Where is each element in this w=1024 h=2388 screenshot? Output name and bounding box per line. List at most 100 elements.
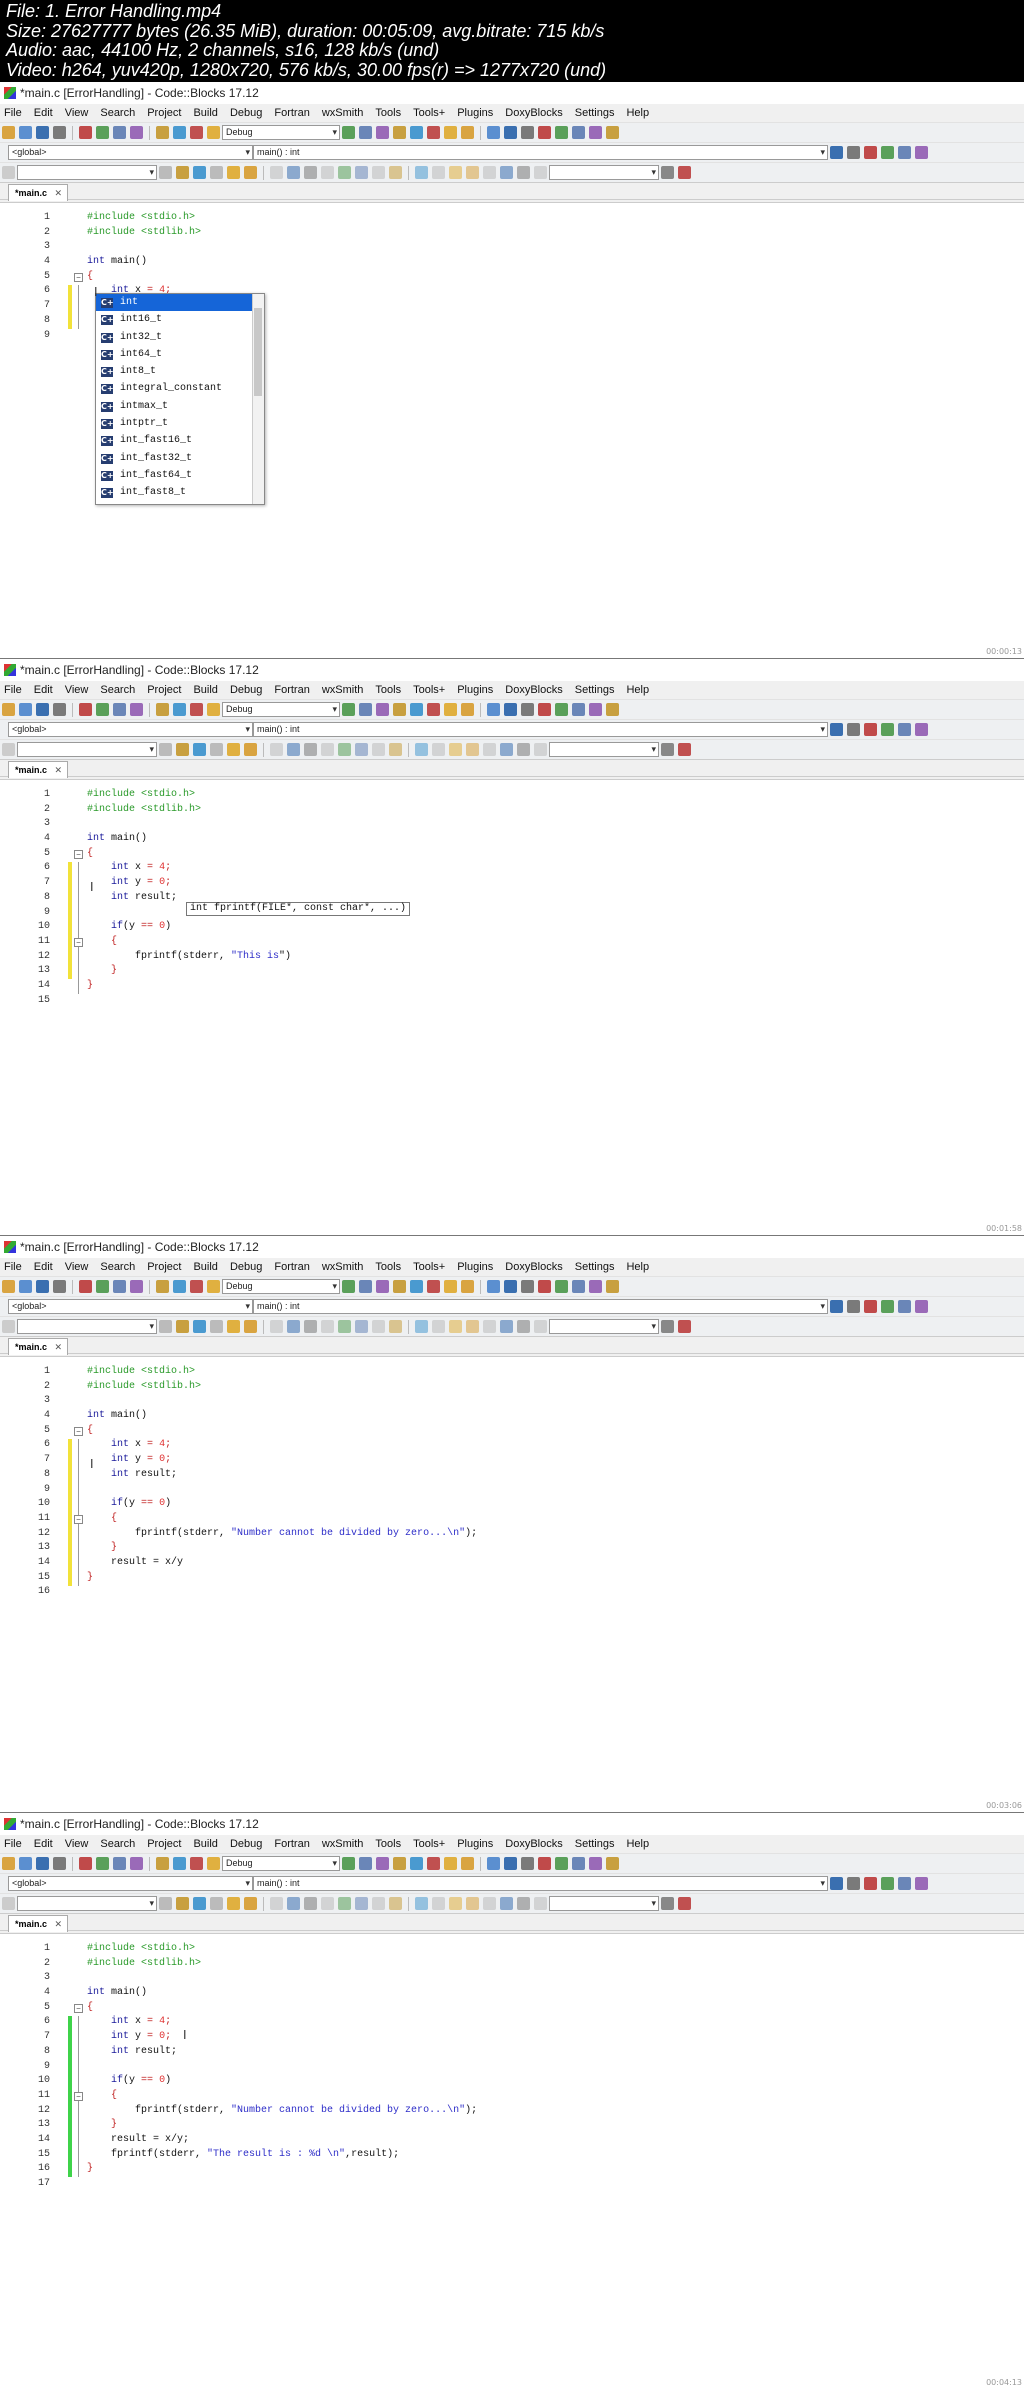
- toolbar-button-icon[interactable]: [359, 1857, 372, 1870]
- toolbar-button-icon[interactable]: [466, 1320, 479, 1333]
- menu-settings[interactable]: Settings: [575, 1261, 615, 1273]
- menu-debug[interactable]: Debug: [230, 684, 262, 696]
- toolbar-button-icon[interactable]: [355, 743, 368, 756]
- toolbar-button-icon[interactable]: [210, 1320, 223, 1333]
- menu-project[interactable]: Project: [147, 1261, 181, 1273]
- menu-file[interactable]: File: [4, 684, 22, 696]
- toolbar-button-icon[interactable]: [176, 1897, 189, 1910]
- menu-file[interactable]: File: [4, 1838, 22, 1850]
- menu-fortran[interactable]: Fortran: [274, 1838, 309, 1850]
- toolbar-button-icon[interactable]: [244, 1320, 257, 1333]
- menu-help[interactable]: Help: [626, 684, 649, 696]
- toolbar-button-icon[interactable]: [207, 126, 220, 139]
- toolbar-button-icon[interactable]: [96, 703, 109, 716]
- toolbar-button-icon[interactable]: [555, 1857, 568, 1870]
- toolbar-button-icon[interactable]: [321, 1320, 334, 1333]
- menu-settings[interactable]: Settings: [575, 1838, 615, 1850]
- tab-main-c[interactable]: *main.c ✕: [8, 1915, 69, 1932]
- toolbar-button-icon[interactable]: [415, 166, 428, 179]
- autocomplete-item[interactable]: C+ intmax_t: [96, 398, 264, 415]
- toolbar-button-icon[interactable]: [376, 1857, 389, 1870]
- toolbar-button-icon[interactable]: [130, 126, 143, 139]
- toolbar-button-icon[interactable]: [376, 1280, 389, 1293]
- scope-select[interactable]: <global>: [8, 1876, 253, 1891]
- scope-select[interactable]: <global>: [8, 722, 253, 737]
- toolbar-button-icon[interactable]: [504, 1280, 517, 1293]
- toolbar-button-icon[interactable]: [393, 1280, 406, 1293]
- close-icon[interactable]: ✕: [54, 762, 62, 778]
- toolbar-button-icon[interactable]: [538, 1857, 551, 1870]
- toolbar-button-icon[interactable]: [210, 743, 223, 756]
- toolbar-button-icon[interactable]: [500, 166, 513, 179]
- menu-tools[interactable]: Tools: [375, 107, 401, 119]
- menu-edit[interactable]: Edit: [34, 107, 53, 119]
- toolbar-button-icon[interactable]: [898, 1300, 911, 1313]
- toolbar-button-icon[interactable]: [19, 703, 32, 716]
- toolbar-button-icon[interactable]: [881, 146, 894, 159]
- menu-search[interactable]: Search: [100, 1261, 135, 1273]
- toolbar-button-icon[interactable]: [466, 1897, 479, 1910]
- toolbar-button-icon[interactable]: [2, 703, 15, 716]
- menu-tools[interactable]: Tools: [375, 1838, 401, 1850]
- toolbar-button-icon[interactable]: [487, 703, 500, 716]
- toolbar-button-icon[interactable]: [270, 1897, 283, 1910]
- symbol-select[interactable]: main() : int: [253, 1876, 828, 1891]
- autocomplete-scrollbar[interactable]: [252, 294, 264, 504]
- toolbar-button-icon[interactable]: [244, 743, 257, 756]
- toolbar-button-icon[interactable]: [830, 1300, 843, 1313]
- toolbar-button-icon[interactable]: [415, 1897, 428, 1910]
- toolbar-button-icon[interactable]: [156, 126, 169, 139]
- toolbar-button-icon[interactable]: [589, 1280, 602, 1293]
- toolbar-button-icon[interactable]: [210, 1897, 223, 1910]
- toolbar-button-icon[interactable]: [156, 1857, 169, 1870]
- toolbar-button-icon[interactable]: [2, 1320, 15, 1333]
- toolbar-button-icon[interactable]: [432, 1897, 445, 1910]
- toolbar-button-icon[interactable]: [79, 1280, 92, 1293]
- toolbar-button-icon[interactable]: [487, 1857, 500, 1870]
- symbol-select[interactable]: main() : int: [253, 145, 828, 160]
- toolbar-button-icon[interactable]: [159, 743, 172, 756]
- toolbar-button-icon[interactable]: [190, 126, 203, 139]
- toolbar-button-icon[interactable]: [36, 126, 49, 139]
- toolbar-button-icon[interactable]: [113, 703, 126, 716]
- toolbar-button-icon[interactable]: [521, 1280, 534, 1293]
- toolbar-button-icon[interactable]: [415, 1320, 428, 1333]
- toolbar-button-icon[interactable]: [372, 1320, 385, 1333]
- menu-build[interactable]: Build: [193, 1838, 217, 1850]
- toolbar-button-icon[interactable]: [321, 1897, 334, 1910]
- close-icon[interactable]: ✕: [54, 1916, 62, 1932]
- toolbar-button-icon[interactable]: [207, 1857, 220, 1870]
- scope-select[interactable]: <global>: [8, 1299, 253, 1314]
- menu-doxyblocks[interactable]: DoxyBlocks: [505, 1261, 562, 1273]
- toolbar-button-icon[interactable]: [461, 1280, 474, 1293]
- menu-help[interactable]: Help: [626, 107, 649, 119]
- toolbar-button-icon[interactable]: [393, 126, 406, 139]
- toolbar-button-icon[interactable]: [444, 126, 457, 139]
- toolbar-button-icon[interactable]: [287, 1320, 300, 1333]
- menu-file[interactable]: File: [4, 1261, 22, 1273]
- toolbar-button-icon[interactable]: [555, 126, 568, 139]
- toolbar-button-icon[interactable]: [376, 703, 389, 716]
- search-options-icon[interactable]: [678, 1897, 691, 1910]
- toolbar-button-icon[interactable]: [389, 1320, 402, 1333]
- toolbar-button-icon[interactable]: [534, 743, 547, 756]
- toolbar-button-icon[interactable]: [444, 703, 457, 716]
- toolbar-button-icon[interactable]: [79, 1857, 92, 1870]
- toolbar-button-icon[interactable]: [338, 743, 351, 756]
- menu-wxsmith[interactable]: wxSmith: [322, 684, 364, 696]
- menu-edit[interactable]: Edit: [34, 1261, 53, 1273]
- toolbar-button-icon[interactable]: [342, 703, 355, 716]
- symbol-select[interactable]: main() : int: [253, 1299, 828, 1314]
- toolbar-button-icon[interactable]: [2, 1857, 15, 1870]
- menu-doxyblocks[interactable]: DoxyBlocks: [505, 1838, 562, 1850]
- toolbar-button-icon[interactable]: [427, 1280, 440, 1293]
- search-input[interactable]: [17, 165, 157, 180]
- toolbar-button-icon[interactable]: [830, 1877, 843, 1890]
- toolbar-button-icon[interactable]: [210, 166, 223, 179]
- toolbar-button-icon[interactable]: [847, 1877, 860, 1890]
- toolbar-button-icon[interactable]: [2, 743, 15, 756]
- menu-project[interactable]: Project: [147, 107, 181, 119]
- toolbar-button-icon[interactable]: [881, 1877, 894, 1890]
- toolbar-button-icon[interactable]: [321, 166, 334, 179]
- autocomplete-item[interactable]: C+ int_fast64_t: [96, 467, 264, 484]
